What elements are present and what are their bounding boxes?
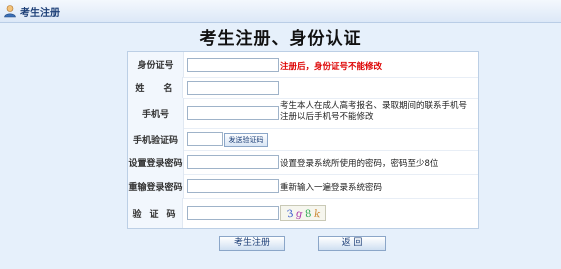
row-name: 姓 名 (128, 77, 478, 99)
id-number-label: 身份证号 (128, 52, 184, 77)
svg-text:k: k (313, 209, 321, 220)
password-confirm-label: 重输登录密码 (128, 174, 184, 198)
user-icon (4, 5, 16, 18)
svg-text:g: g (295, 208, 304, 220)
name-label: 姓 名 (128, 77, 183, 98)
id-number-input[interactable] (187, 58, 279, 72)
row-sms-code: 手机验证码 发送验证码 (128, 128, 478, 151)
id-number-hint: 注册后，身份证号不能修改 (280, 62, 383, 72)
register-button[interactable]: 考生注册 (219, 236, 285, 251)
password-label: 设置登录密码 (128, 150, 184, 174)
captcha-input[interactable] (187, 206, 279, 220)
svg-text:8: 8 (304, 209, 311, 220)
captcha-picture: 3 g 8 k (286, 208, 321, 220)
row-password-confirm: 重输登录密码 重新输入一遍登录系统密码 (128, 174, 478, 199)
row-captcha: 验证码 3 g 8 k (128, 198, 478, 228)
topbar-title: 考生注册 (20, 7, 60, 19)
registration-form: 身份证号 注册后，身份证号不能修改 姓 名 手机号 考生本人在成人高考报名、录取… (127, 51, 479, 229)
phone-hint-line-1: 考生本人在成人高考报名、录取期间的联系手机号 (280, 101, 468, 111)
send-code-button[interactable]: 发送验证码 (224, 133, 268, 147)
password-confirm-hint: 重新输入一遍登录系统密码 (280, 183, 383, 193)
phone-label: 手机号 (128, 98, 184, 128)
sms-code-label: 手机验证码 (128, 128, 184, 150)
password-input[interactable] (187, 155, 279, 169)
name-input[interactable] (187, 81, 279, 95)
row-phone: 手机号 考生本人在成人高考报名、录取期间的联系手机号 注册以后手机号不能修改 (128, 98, 478, 129)
password-hint: 设置登录系统所使用的密码，密码至少8位 (280, 159, 439, 169)
captcha-image[interactable]: 3 g 8 k (280, 205, 326, 221)
svg-text:3: 3 (286, 208, 294, 220)
phone-hint-line-2: 注册以后手机号不能修改 (280, 112, 374, 122)
phone-input[interactable] (187, 106, 279, 120)
top-bar: 考生注册 (0, 0, 561, 23)
row-password: 设置登录密码 设置登录系统所使用的密码，密码至少8位 (128, 150, 478, 175)
captcha-label: 验证码 (128, 198, 183, 228)
phone-hint: 考生本人在成人高考报名、录取期间的联系手机号 注册以后手机号不能修改 (280, 101, 467, 123)
back-button[interactable]: 返 回 (318, 236, 386, 251)
row-id-number: 身份证号 注册后，身份证号不能修改 (128, 52, 478, 78)
page-title: 考生注册、身份认证 (199, 29, 362, 49)
password-confirm-input[interactable] (187, 179, 279, 193)
sms-code-input[interactable] (187, 132, 223, 146)
